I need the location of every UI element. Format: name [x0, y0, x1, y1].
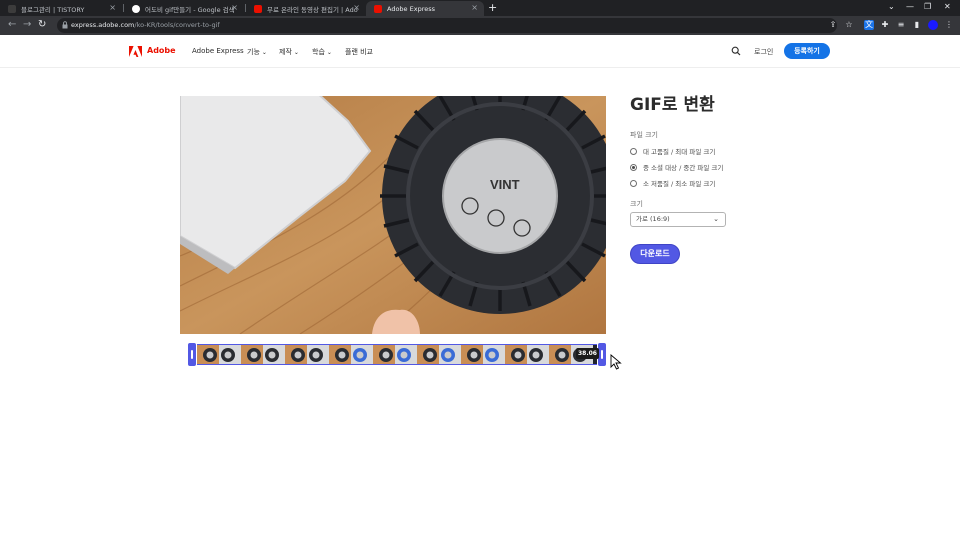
tab-close-icon[interactable]: × [353, 4, 360, 12]
maximize-icon[interactable]: ❐ [924, 2, 931, 11]
nav-label: 학습 [312, 48, 325, 56]
radio-button-checked[interactable] [630, 163, 637, 171]
chevron-down-icon[interactable]: ⌄ [888, 2, 895, 11]
plus-icon[interactable]: + [488, 2, 497, 13]
tistory-favicon-icon [8, 4, 16, 13]
back-icon[interactable]: ← [8, 19, 16, 31]
timeline-thumbnail [461, 345, 483, 364]
size-label: 크기 [630, 200, 643, 208]
size-select[interactable]: 가로 (16:9) ⌄ [630, 212, 726, 227]
url-host: express.adobe.com [71, 21, 135, 29]
radio-button[interactable] [630, 179, 637, 187]
nav-learn[interactable]: 학습 ⌄ [312, 47, 332, 57]
timeline-thumbnail [351, 345, 373, 364]
tab-close-icon[interactable]: × [109, 4, 116, 12]
page-title: GIF로 변환 [630, 95, 715, 115]
lock-icon [62, 21, 68, 29]
timeline-thumbnail [439, 345, 461, 364]
forward-icon[interactable]: → [23, 19, 31, 31]
tab-close-icon[interactable]: × [471, 4, 478, 12]
bookmark-star-icon[interactable]: ☆ [844, 20, 854, 30]
video-frame-image: VINT [180, 96, 606, 334]
timeline-thumbnail [373, 345, 395, 364]
reading-list-icon[interactable]: ≡ [896, 20, 906, 30]
timeline-thumbnail [549, 345, 571, 364]
tab-close-icon[interactable]: × [231, 4, 238, 12]
browser-tab-video-editor[interactable]: 무료 온라인 동영상 편집기 | Ado × [246, 1, 366, 16]
more-menu-icon[interactable]: ⋮ [944, 20, 954, 30]
timeline-thumbnail [483, 345, 505, 364]
trim-handle-end[interactable] [598, 343, 606, 366]
reload-icon[interactable]: ↻ [38, 19, 46, 31]
device-brand-logo: VINT [490, 177, 520, 192]
video-preview[interactable]: VINT [180, 96, 606, 334]
download-button[interactable]: 다운로드 [630, 244, 680, 264]
chevron-down-icon: ⌄ [261, 49, 267, 56]
trim-handle-start[interactable] [188, 343, 196, 366]
adobe-favicon-icon [374, 4, 382, 13]
window-close-icon[interactable]: ✕ [944, 2, 951, 11]
timeline-thumbnail [329, 345, 351, 364]
nav-label: 기능 [247, 48, 260, 56]
browser-tab-google[interactable]: 어도비 gif만들기 - Google 검색 × [124, 1, 244, 16]
timeline-thumbnail [263, 345, 285, 364]
chevron-down-icon: ⌄ [326, 49, 332, 56]
timeline-thumbnail [219, 345, 241, 364]
timeline-thumbnail [395, 345, 417, 364]
nav-label: 제작 [279, 48, 292, 56]
url-text: express.adobe.com/ko-KR/tools/convert-to… [71, 21, 220, 29]
nav-create[interactable]: 제작 ⌄ [279, 47, 299, 57]
google-favicon-icon [132, 4, 140, 13]
signup-button[interactable]: 등록하기 [784, 43, 830, 59]
duration-badge: 38.06 [576, 348, 599, 359]
nav-adobe-express[interactable]: Adobe Express [192, 47, 244, 55]
timeline-thumbnail [197, 345, 219, 364]
option-label: 소 저품질 / 최소 파일 크기 [643, 180, 716, 188]
filesize-option-large[interactable]: 대 고품질 / 최대 파일 크기 [630, 146, 715, 156]
timeline-thumbnail [241, 345, 263, 364]
browser-tab-tistory[interactable]: 블로그관리 | TISTORY × [0, 1, 122, 16]
search-icon[interactable] [731, 46, 741, 56]
side-panel-icon[interactable]: ▮ [912, 20, 922, 30]
tab-label: 블로그관리 | TISTORY [21, 5, 85, 14]
timeline-frame-strip[interactable] [197, 344, 597, 365]
option-label: 중 소셜 대상 / 중간 파일 크기 [643, 164, 724, 172]
browser-toolbar: ← → ↻ express.adobe.com/ko-KR/tools/conv… [0, 16, 960, 35]
tab-label: Adobe Express [387, 4, 436, 13]
timeline-thumbnail [527, 345, 549, 364]
translate-icon[interactable]: 文 [864, 20, 874, 30]
chevron-down-icon: ⌄ [293, 49, 299, 56]
site-header: Adobe Adobe Express 기능 ⌄ 제작 ⌄ 학습 ⌄ 플랜 비교 로그… [0, 35, 960, 68]
mouse-cursor-icon [610, 354, 622, 370]
radio-button[interactable] [630, 147, 637, 155]
nav-compare-plans[interactable]: 플랜 비교 [345, 47, 373, 57]
tab-label: 무료 온라인 동영상 편집기 | Ado [267, 5, 358, 14]
timeline-thumbnail [307, 345, 329, 364]
timeline-thumbnail [285, 345, 307, 364]
login-link[interactable]: 로그인 [754, 47, 773, 57]
url-path: /ko-KR/tools/convert-to-gif [134, 21, 220, 29]
trim-timeline[interactable]: 38.06 [188, 343, 606, 366]
filesize-option-medium[interactable]: 중 소셜 대상 / 중간 파일 크기 [630, 162, 723, 172]
timeline-thumbnail [505, 345, 527, 364]
adobe-logo-icon[interactable] [129, 46, 142, 57]
browser-tab-adobe-express[interactable]: Adobe Express × [366, 1, 484, 16]
address-bar[interactable]: express.adobe.com/ko-KR/tools/convert-to… [57, 18, 837, 33]
extensions-icon[interactable]: ✚ [880, 20, 890, 30]
timeline-thumbnail [417, 345, 439, 364]
browser-tab-bar: 블로그관리 | TISTORY × 어도비 gif만들기 - Google 검색… [0, 0, 960, 16]
tab-label: 어도비 gif만들기 - Google 검색 [145, 5, 235, 14]
minimize-icon[interactable]: — [906, 2, 914, 11]
filesize-label: 파일 크기 [630, 131, 658, 139]
share-icon[interactable]: ⇪ [828, 20, 838, 30]
nav-features[interactable]: 기능 ⌄ [247, 47, 267, 57]
adobe-favicon-icon [254, 4, 262, 13]
profile-avatar-icon[interactable] [928, 20, 938, 30]
brand-name[interactable]: Adobe [147, 46, 176, 55]
option-label: 대 고품질 / 최대 파일 크기 [643, 148, 716, 156]
size-select-value: 가로 (16:9) [636, 215, 670, 223]
chevron-down-icon: ⌄ [713, 215, 719, 223]
filesize-option-small[interactable]: 소 저품질 / 최소 파일 크기 [630, 178, 715, 188]
